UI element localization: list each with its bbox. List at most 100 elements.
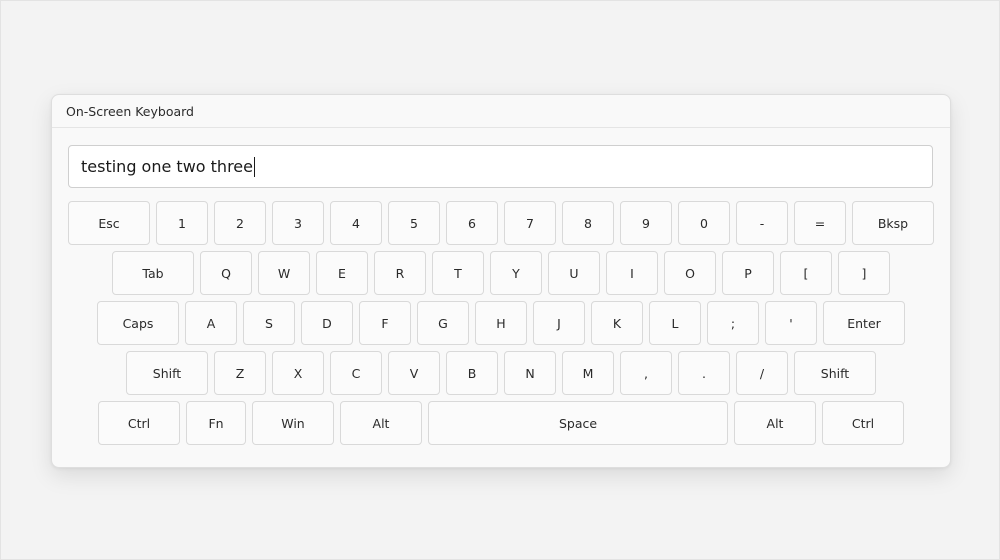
key-quote[interactable]: ' bbox=[765, 301, 817, 345]
title-bar: On-Screen Keyboard bbox=[52, 95, 950, 128]
key-alt-right[interactable]: Alt bbox=[734, 401, 816, 445]
key-l[interactable]: L bbox=[649, 301, 701, 345]
key-m[interactable]: M bbox=[562, 351, 614, 395]
key-equals[interactable]: = bbox=[794, 201, 846, 245]
window-title: On-Screen Keyboard bbox=[66, 103, 194, 119]
key-p[interactable]: P bbox=[722, 251, 774, 295]
key-space[interactable]: Space bbox=[428, 401, 728, 445]
key-ctrl-right[interactable]: Ctrl bbox=[822, 401, 904, 445]
key-bksp[interactable]: Bksp bbox=[852, 201, 934, 245]
key-5[interactable]: 5 bbox=[388, 201, 440, 245]
key-g[interactable]: G bbox=[417, 301, 469, 345]
key-label: Q bbox=[221, 265, 231, 281]
key-1[interactable]: 1 bbox=[156, 201, 208, 245]
key-shift-left[interactable]: Shift bbox=[126, 351, 208, 395]
key-ctrl-left[interactable]: Ctrl bbox=[98, 401, 180, 445]
key-q[interactable]: Q bbox=[200, 251, 252, 295]
key-label: 0 bbox=[700, 215, 708, 231]
key-label: ' bbox=[789, 315, 793, 331]
key-h[interactable]: H bbox=[475, 301, 527, 345]
key-9[interactable]: 9 bbox=[620, 201, 672, 245]
key-j[interactable]: J bbox=[533, 301, 585, 345]
key-lbracket[interactable]: [ bbox=[780, 251, 832, 295]
key-s[interactable]: S bbox=[243, 301, 295, 345]
key-label: X bbox=[293, 365, 303, 381]
key-7[interactable]: 7 bbox=[504, 201, 556, 245]
key-label: Shift bbox=[820, 365, 850, 381]
key-0[interactable]: 0 bbox=[678, 201, 730, 245]
key-8[interactable]: 8 bbox=[562, 201, 614, 245]
key-2[interactable]: 2 bbox=[214, 201, 266, 245]
key-w[interactable]: W bbox=[258, 251, 310, 295]
key-6[interactable]: 6 bbox=[446, 201, 498, 245]
key-shift-right[interactable]: Shift bbox=[794, 351, 876, 395]
key-label: V bbox=[409, 365, 419, 381]
key-n[interactable]: N bbox=[504, 351, 556, 395]
key-label: Caps bbox=[122, 315, 154, 331]
key-b[interactable]: B bbox=[446, 351, 498, 395]
key-i[interactable]: I bbox=[606, 251, 658, 295]
key-x[interactable]: X bbox=[272, 351, 324, 395]
key-d[interactable]: D bbox=[301, 301, 353, 345]
key-4[interactable]: 4 bbox=[330, 201, 382, 245]
key-label: Z bbox=[235, 365, 245, 381]
key-z[interactable]: Z bbox=[214, 351, 266, 395]
key-label: W bbox=[277, 265, 291, 281]
key-k[interactable]: K bbox=[591, 301, 643, 345]
key-r[interactable]: R bbox=[374, 251, 426, 295]
key-label: M bbox=[582, 365, 594, 381]
key-minus[interactable]: - bbox=[736, 201, 788, 245]
key-label: C bbox=[351, 365, 361, 381]
key-rbracket[interactable]: ] bbox=[838, 251, 890, 295]
key-label: 3 bbox=[294, 215, 302, 231]
key-label: J bbox=[557, 315, 561, 331]
key-label: / bbox=[759, 365, 765, 381]
key-tab[interactable]: Tab bbox=[112, 251, 194, 295]
key-u[interactable]: U bbox=[548, 251, 600, 295]
key-label: U bbox=[569, 265, 579, 281]
key-label: Space bbox=[558, 415, 598, 431]
key-label: T bbox=[454, 265, 462, 281]
key-alt-left[interactable]: Alt bbox=[340, 401, 422, 445]
key-label: Ctrl bbox=[127, 415, 151, 431]
key-fn[interactable]: Fn bbox=[186, 401, 246, 445]
key-o[interactable]: O bbox=[664, 251, 716, 295]
key-a[interactable]: A bbox=[185, 301, 237, 345]
key-period[interactable]: . bbox=[678, 351, 730, 395]
key-c[interactable]: C bbox=[330, 351, 382, 395]
key-label: B bbox=[467, 365, 477, 381]
key-e[interactable]: E bbox=[316, 251, 368, 295]
key-label: G bbox=[438, 315, 448, 331]
key-label: K bbox=[612, 315, 622, 331]
key-label: O bbox=[685, 265, 695, 281]
key-comma[interactable]: , bbox=[620, 351, 672, 395]
key-label: 1 bbox=[178, 215, 186, 231]
key-label: 5 bbox=[410, 215, 418, 231]
key-semicolon[interactable]: ; bbox=[707, 301, 759, 345]
key-label: 7 bbox=[526, 215, 534, 231]
key-v[interactable]: V bbox=[388, 351, 440, 395]
key-label: Tab bbox=[142, 265, 164, 281]
key-y[interactable]: Y bbox=[490, 251, 542, 295]
key-f[interactable]: F bbox=[359, 301, 411, 345]
key-label: 8 bbox=[584, 215, 592, 231]
key-label: Fn bbox=[208, 415, 224, 431]
key-label: 6 bbox=[468, 215, 476, 231]
key-3[interactable]: 3 bbox=[272, 201, 324, 245]
key-label: D bbox=[322, 315, 332, 331]
key-label: H bbox=[496, 315, 506, 331]
key-slash[interactable]: / bbox=[736, 351, 788, 395]
key-label: E bbox=[338, 265, 346, 281]
key-label: I bbox=[630, 265, 634, 281]
key-t[interactable]: T bbox=[432, 251, 484, 295]
key-esc[interactable]: Esc bbox=[68, 201, 150, 245]
key-label: = bbox=[814, 215, 826, 231]
key-enter[interactable]: Enter bbox=[823, 301, 905, 345]
key-label: Win bbox=[281, 415, 305, 431]
key-label: S bbox=[265, 315, 273, 331]
key-label: - bbox=[759, 215, 765, 231]
key-win[interactable]: Win bbox=[252, 401, 334, 445]
key-caps[interactable]: Caps bbox=[97, 301, 179, 345]
text-input[interactable]: testing one two three bbox=[68, 145, 933, 188]
key-label: ] bbox=[861, 265, 867, 281]
